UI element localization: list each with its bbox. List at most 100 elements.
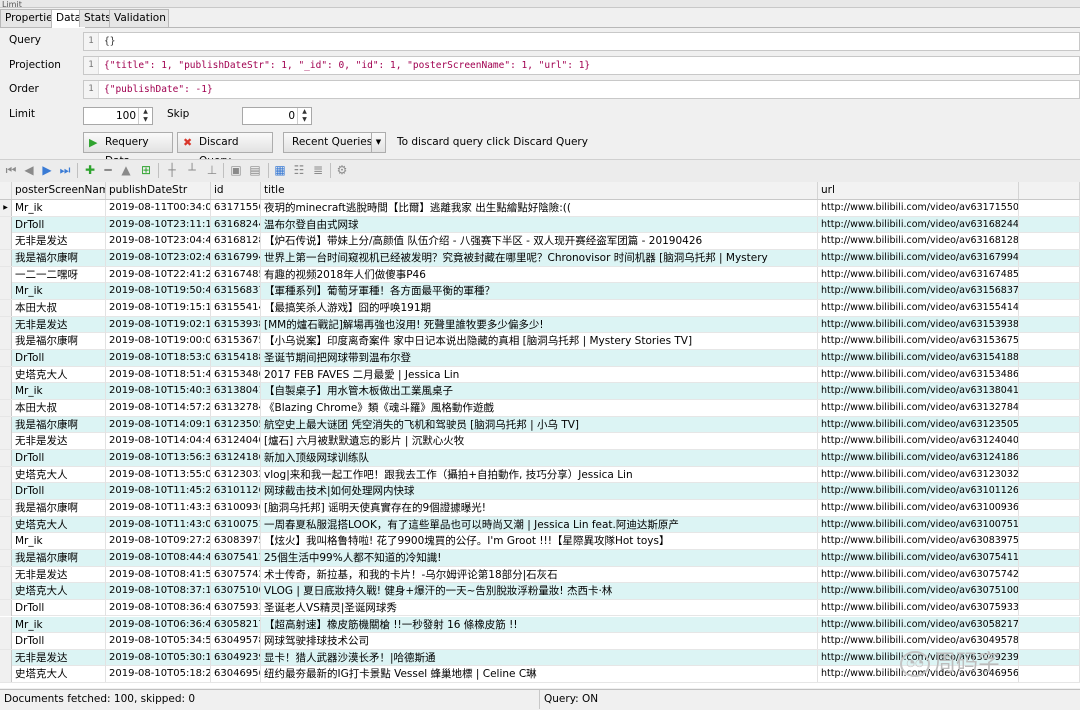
poster-cell[interactable]: DrToll — [12, 349, 106, 366]
id-cell[interactable]: 63168128 — [211, 233, 261, 250]
row-indicator[interactable] — [0, 666, 12, 683]
date-cell[interactable]: 2019-08-10T06:36:41 — [106, 616, 211, 633]
poster-cell[interactable]: 我是福尔康啊 — [12, 249, 106, 266]
url-cell[interactable]: http://www.bilibili.com/video/av63075742… — [818, 566, 1019, 583]
id-cell[interactable]: 63075933 — [211, 599, 261, 616]
poster-cell[interactable]: DrToll — [12, 633, 106, 650]
url-cell[interactable]: http://www.bilibili.com/video/av63123032… — [818, 466, 1019, 483]
id-cell[interactable]: 63123505 — [211, 416, 261, 433]
poster-cell[interactable]: 史塔克大人 — [12, 466, 106, 483]
url-cell[interactable]: http://www.bilibili.com/video/av63155414… — [818, 299, 1019, 316]
edit-field-icon[interactable]: ⊥ — [205, 163, 219, 177]
id-cell[interactable]: 63075742 — [211, 566, 261, 583]
url-cell[interactable]: http://www.bilibili.com/video/av63101126… — [818, 483, 1019, 500]
table-row[interactable]: 我是福尔康啊 2019-08-10T23:02:46 63167994 世界上第一台时… — [0, 249, 1080, 267]
title-cell[interactable]: [MM的爐石戰記]解場再強也沒用! 死聲里誰牧要多少偏多少! — [261, 316, 818, 333]
url-cell[interactable]: http://www.bilibili.com/video/av63132784… — [818, 399, 1019, 416]
row-indicator[interactable] — [0, 449, 12, 466]
title-cell[interactable]: 夜玥的minecraft逃脫時間【比爾】逃離我家 出生點繪點好陰險:(( — [261, 200, 818, 216]
title-cell[interactable]: 【軍種系列】葡萄牙軍種！各方面最平衡的軍種？ — [261, 283, 818, 300]
table-row[interactable]: 无非是发达 2019-08-10T14:04:41 63124040 [爐石] 六月被… — [0, 433, 1080, 450]
url-cell[interactable]: http://www.bilibili.com/video/av63167485… — [818, 266, 1019, 283]
next-record-icon[interactable]: ▶ — [40, 163, 54, 177]
spin-arrows-icon[interactable]: ▲ ▼ — [297, 108, 311, 124]
title-cell[interactable]: 网球驾驶排球技术公司 — [261, 633, 818, 650]
url-cell[interactable]: http://www.bilibili.com/video/av63167994… — [818, 249, 1019, 266]
title-cell[interactable]: 圣诞老人VS精灵|圣诞网球秀 — [261, 599, 818, 616]
date-cell[interactable]: 2019-08-10T15:40:34 — [106, 383, 211, 400]
table-row[interactable]: ▶ Mr_ik 2019-08-11T00:34:02 63171550 夜玥的mine… — [0, 200, 1080, 217]
limit-spinner[interactable]: 100 ▲ ▼ — [83, 107, 153, 125]
id-cell[interactable]: 63167994 — [211, 249, 261, 266]
id-cell[interactable]: 63167485 — [211, 266, 261, 283]
id-cell[interactable]: 63153486 — [211, 366, 261, 383]
table-row[interactable]: Mr_ik 2019-08-10T15:40:34 63138041 【自製桌子】用水… — [0, 383, 1080, 400]
date-cell[interactable]: 2019-08-10T18:51:48 — [106, 366, 211, 383]
add-record-icon[interactable]: ✚ — [83, 163, 97, 177]
table-row[interactable]: Mr_ik 2019-08-10T06:36:41 63058217 【超高射速】橡皮… — [0, 616, 1080, 634]
date-cell[interactable]: 2019-08-10T08:37:13 — [106, 583, 211, 600]
id-cell[interactable]: 63155414 — [211, 299, 261, 316]
skip-spinner[interactable]: 0 ▲ ▼ — [242, 107, 312, 125]
poster-cell[interactable]: 史塔克大人 — [12, 516, 106, 533]
grid-view-icon[interactable]: ▦ — [273, 163, 287, 177]
row-indicator[interactable] — [0, 316, 12, 333]
poster-cell[interactable]: Mr_ik — [12, 283, 106, 300]
projection-editor[interactable]: 1 {"title": 1, "publishDateStr": 1, "_id… — [83, 56, 1080, 75]
poster-cell[interactable]: DrToll — [12, 483, 106, 500]
id-cell[interactable]: 63046956 — [211, 666, 261, 683]
url-cell[interactable]: http://www.bilibili.com/video/av63083975… — [818, 533, 1019, 550]
table-row[interactable]: 我是福尔康啊 2019-08-10T19:00:07 63153675 【小乌说案】印… — [0, 333, 1080, 350]
id-cell[interactable]: 63100936 — [211, 499, 261, 516]
row-indicator[interactable] — [0, 549, 12, 566]
title-cell[interactable]: 术士传奇，新拉基，和我的卡片！-乌尔姆评论第18部分|石灰石 — [261, 566, 818, 583]
date-cell[interactable]: 2019-08-10T08:41:56 — [106, 566, 211, 583]
id-cell[interactable]: 63124040 — [211, 433, 261, 450]
table-row[interactable]: 无非是发达 2019-08-10T23:04:43 63168128 【炉石传说】带妹… — [0, 233, 1080, 250]
date-cell[interactable]: 2019-08-10T11:43:01 — [106, 516, 211, 533]
poster-cell[interactable]: 我是福尔康啊 — [12, 333, 106, 350]
table-row[interactable]: 无非是发达 2019-08-10T19:02:19 63153938 [MM的爐石戰記… — [0, 316, 1080, 334]
title-cell[interactable]: 【超高射速】橡皮筋機關槍 !!一秒發射 16 條橡皮筋 !! — [261, 616, 818, 633]
id-cell[interactable]: 63168244 — [211, 216, 261, 233]
date-cell[interactable]: 2019-08-10T19:02:19 — [106, 316, 211, 333]
date-cell[interactable]: 2019-08-10T23:02:46 — [106, 249, 211, 266]
date-cell[interactable]: 2019-08-10T18:53:04 — [106, 349, 211, 366]
duplicate-icon[interactable]: ⊞ — [139, 163, 153, 177]
date-cell[interactable]: 2019-08-10T11:43:36 — [106, 499, 211, 516]
row-indicator[interactable] — [0, 416, 12, 433]
id-cell[interactable]: 63171550 — [211, 200, 261, 216]
poster-cell[interactable]: 一二一二嘿呀 — [12, 266, 106, 283]
id-cell[interactable]: 63156837 — [211, 283, 261, 300]
row-indicator[interactable] — [0, 333, 12, 350]
title-cell[interactable]: 2017 FEB FAVES 二月最愛 | Jessica Lin — [261, 366, 818, 383]
row-indicator[interactable] — [0, 633, 12, 650]
row-indicator[interactable] — [0, 583, 12, 600]
discard-query-button[interactable]: ✖ Discard Query — [177, 132, 273, 167]
column-header[interactable]: title — [261, 182, 818, 199]
table-row[interactable]: DrToll 2019-08-10T18:53:04 63154188 圣诞节期间把网… — [0, 349, 1080, 367]
date-cell[interactable]: 2019-08-10T23:04:43 — [106, 233, 211, 250]
title-cell[interactable]: 有趣的视频2018年人们做傻事P46 — [261, 266, 818, 283]
date-cell[interactable]: 2019-08-11T00:34:02 — [106, 200, 211, 216]
requery-data-button[interactable]: ▶ Requery Data — [83, 132, 173, 167]
id-cell[interactable]: 63083975 — [211, 533, 261, 550]
text-view-icon[interactable]: ≣ — [311, 163, 325, 177]
id-cell[interactable]: 63124186 — [211, 449, 261, 466]
date-cell[interactable]: 2019-08-10T08:36:48 — [106, 599, 211, 616]
url-cell[interactable]: http://www.bilibili.com/video/av63171550… — [818, 200, 1019, 216]
table-row[interactable]: 本田大叔 2019-08-10T19:15:14 63155414 【最搞笑杀人游戏】… — [0, 299, 1080, 317]
table-row[interactable]: DrToll 2019-08-10T08:36:48 63075933 圣诞老人VS精… — [0, 599, 1080, 617]
title-cell[interactable]: 新加入顶级网球训练队 — [261, 449, 818, 466]
table-row[interactable]: 一二一二嘿呀 2019-08-10T22:41:27 63167485 有趣的视频20… — [0, 266, 1080, 284]
id-cell[interactable]: 63075100 — [211, 583, 261, 600]
row-indicator[interactable] — [0, 566, 12, 583]
prev-record-icon[interactable]: ◀ — [22, 163, 36, 177]
column-header[interactable]: id — [211, 182, 261, 199]
row-indicator[interactable] — [0, 483, 12, 500]
query-editor[interactable]: 1 {} — [83, 32, 1080, 51]
id-cell[interactable]: 63101126 — [211, 483, 261, 500]
url-cell[interactable]: http://www.bilibili.com/video/av63075411… — [818, 549, 1019, 566]
first-record-icon[interactable]: ⏮ — [4, 163, 18, 177]
title-cell[interactable]: [脑洞乌托邦] 谣明天使真實存在的9個證據曝光! — [261, 499, 818, 516]
